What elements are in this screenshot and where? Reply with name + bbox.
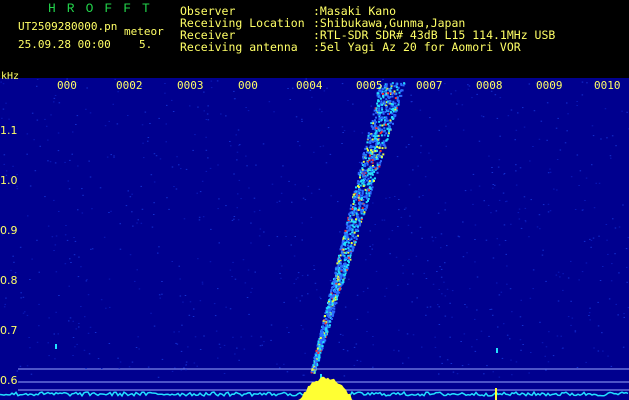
x-tick: 0004	[296, 79, 323, 92]
x-tick: 0003	[177, 79, 204, 92]
baseline-spectrum	[0, 376, 629, 400]
y-tick: 0.8	[0, 274, 18, 287]
y-tick: 0.6	[0, 374, 18, 387]
scale-value: 5.	[139, 38, 153, 51]
y-tick: 0.7	[0, 324, 18, 337]
spectrogram-canvas	[0, 78, 629, 400]
header-panel: HROFFT UT2509280000.pn meteor 25.09.28 0…	[0, 0, 629, 78]
x-tick: 0010	[594, 79, 621, 92]
x-tick: 0007	[416, 79, 443, 92]
app-title: HROFFT	[48, 1, 161, 16]
noise-layer	[0, 78, 629, 378]
y-tick: 1.1	[0, 124, 18, 137]
meteor-trail	[55, 82, 498, 379]
x-tick: 000	[57, 79, 77, 92]
antenna-value: :5el Yagi Az 20 for Aomori VOR	[313, 40, 521, 54]
x-tick: 0002	[116, 79, 143, 92]
filename: UT2509280000.pn	[18, 20, 118, 33]
antenna-label: Receiving antenna	[180, 40, 298, 54]
mode-label: meteor	[124, 25, 164, 38]
x-tick: 000	[238, 79, 258, 92]
x-tick: 0005	[356, 79, 383, 92]
date-time: 25.09.28 00:00	[18, 38, 111, 51]
y-tick: 0.9	[0, 224, 18, 237]
y-tick: 1.0	[0, 174, 18, 187]
x-tick: 0009	[536, 79, 563, 92]
x-tick: 0008	[476, 79, 503, 92]
axis-unit: kHz	[1, 71, 20, 82]
spectrogram-plot	[0, 78, 629, 400]
